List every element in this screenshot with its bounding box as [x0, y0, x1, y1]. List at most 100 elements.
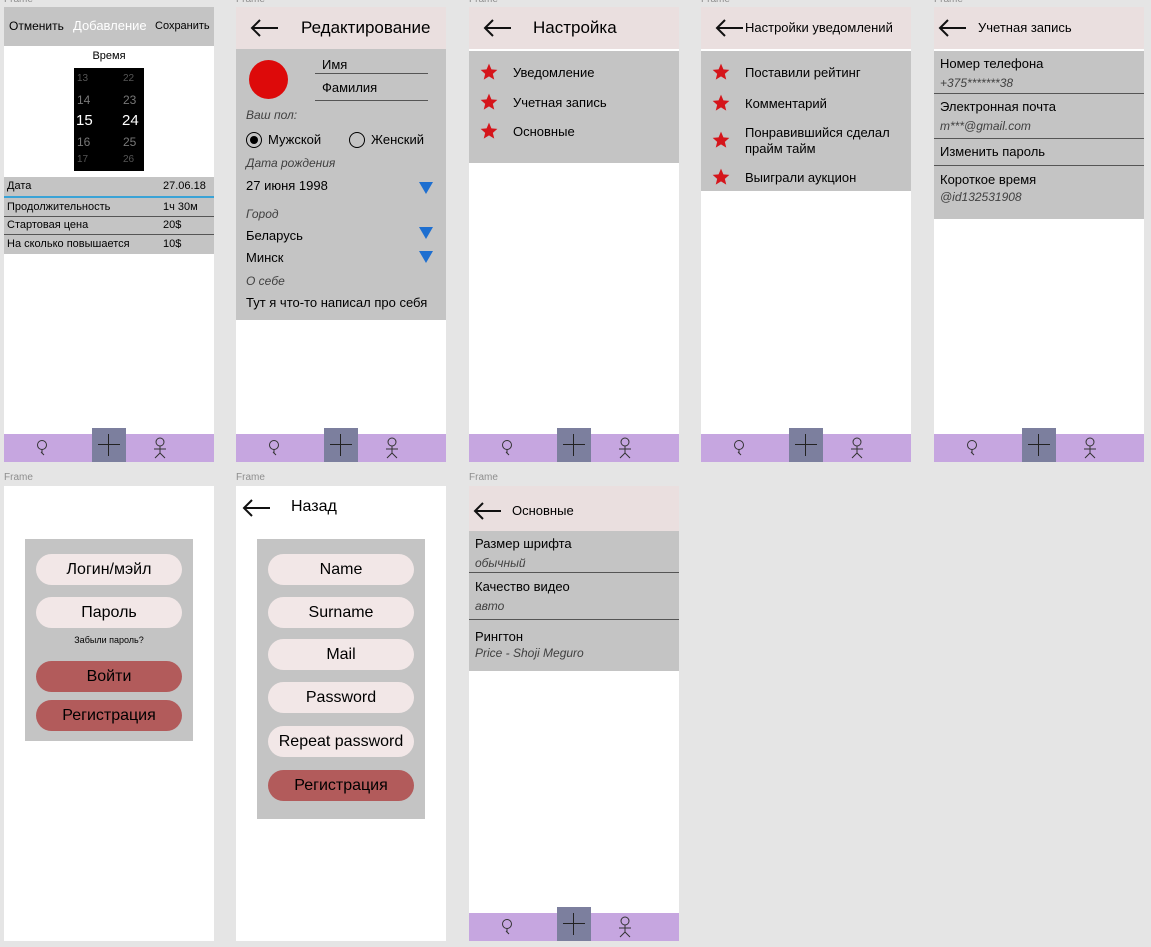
login-button[interactable]: Войти	[36, 661, 182, 692]
password-input[interactable]: Пароль	[36, 597, 182, 628]
increment-row[interactable]: На сколько повышается 10$	[4, 235, 214, 254]
plus-icon[interactable]	[1022, 428, 1056, 462]
name-input[interactable]: Name	[268, 554, 414, 585]
plus-icon[interactable]	[789, 428, 823, 462]
short-time-value: @id132531908	[940, 190, 1022, 204]
font-size-row[interactable]: Размер шрифта обычный	[469, 531, 679, 572]
change-password-link[interactable]: Изменить пароль	[940, 144, 1045, 159]
search-icon[interactable]	[266, 439, 282, 457]
picker-hour[interactable]: 17	[77, 154, 88, 165]
cancel-button[interactable]: Отменить	[9, 19, 64, 33]
notifications-frame: Настройки уведомлений Поставили рейтинг …	[701, 7, 911, 462]
person-icon[interactable]	[616, 916, 634, 938]
account-list: Номер телефона +375*******38 Электронная…	[934, 51, 1144, 219]
birth-select[interactable]: 27 июня 1998	[246, 178, 328, 193]
picker-minute[interactable]: 22	[123, 73, 134, 84]
start-price-value: 20$	[163, 219, 182, 231]
arrow-left-icon[interactable]	[473, 502, 503, 520]
start-price-row[interactable]: Стартовая цена 20$	[4, 217, 214, 235]
plus-icon[interactable]	[557, 428, 591, 462]
settings-item-general[interactable]: Основные	[513, 124, 575, 139]
repeat-password-input[interactable]: Repeat password	[268, 726, 414, 757]
notifications-list: Поставили рейтинг Комментарий Понравивши…	[701, 51, 911, 191]
password-input[interactable]: Password	[268, 682, 414, 713]
person-icon[interactable]	[616, 437, 634, 459]
search-icon[interactable]	[499, 918, 515, 936]
add-frame: Отменить Добавление Сохранить Время 13 1…	[4, 7, 214, 462]
triangle-down-icon[interactable]	[419, 251, 433, 263]
person-icon[interactable]	[383, 437, 401, 459]
picker-hour-selected[interactable]: 15	[76, 112, 93, 129]
picker-minute[interactable]: 25	[123, 135, 136, 149]
arrow-left-icon[interactable]	[938, 19, 968, 37]
frame-label: Frame	[701, 0, 730, 6]
first-name-field[interactable]: Имя	[322, 57, 347, 72]
picker-minute[interactable]: 23	[123, 93, 136, 107]
register-button[interactable]: Регистрация	[36, 700, 182, 731]
plus-icon[interactable]	[324, 428, 358, 462]
person-icon[interactable]	[151, 437, 169, 459]
triangle-down-icon[interactable]	[419, 182, 433, 194]
about-field[interactable]: Тут я что-то написал про себя	[246, 295, 427, 310]
notification-item-rating[interactable]: Поставили рейтинг	[745, 65, 861, 80]
date-value: 27.06.18	[163, 180, 206, 192]
frame-label: Frame	[236, 472, 265, 483]
notification-item-comment[interactable]: Комментарий	[745, 96, 827, 111]
email-label: Электронная почта	[940, 99, 1057, 114]
arrow-left-icon[interactable]	[242, 499, 272, 517]
start-price-label: Стартовая цена	[7, 219, 89, 231]
plus-icon[interactable]	[557, 907, 591, 941]
general-list: Размер шрифта обычный Качество видео авт…	[469, 531, 679, 671]
login-input[interactable]: Логин/мэйл	[36, 554, 182, 585]
search-icon[interactable]	[731, 439, 747, 457]
person-icon[interactable]	[1081, 437, 1099, 459]
plus-icon[interactable]	[92, 428, 126, 462]
picker-hour[interactable]: 16	[77, 135, 90, 149]
picker-minute[interactable]: 26	[123, 154, 134, 165]
mail-input[interactable]: Mail	[268, 639, 414, 670]
star-icon	[711, 62, 731, 82]
time-label: Время	[92, 50, 126, 62]
avatar[interactable]	[249, 60, 288, 99]
date-row[interactable]: Дата 27.06.18	[4, 177, 214, 196]
picker-hour[interactable]: 13	[77, 73, 88, 84]
triangle-down-icon[interactable]	[419, 227, 433, 239]
field-underline	[315, 100, 428, 101]
forgot-password-link[interactable]: Забыли пароль?	[25, 635, 193, 645]
search-icon[interactable]	[34, 439, 50, 457]
arrow-left-icon[interactable]	[483, 19, 513, 37]
country-select[interactable]: Беларусь	[246, 228, 303, 243]
notification-item-auction[interactable]: Выиграли аукцион	[745, 170, 856, 185]
arrow-left-icon[interactable]	[250, 19, 280, 37]
font-size-label: Размер шрифта	[475, 536, 572, 551]
picker-minute-selected[interactable]: 24	[122, 112, 139, 129]
female-radio[interactable]	[349, 132, 365, 148]
page-title: Редактирование	[301, 18, 431, 37]
search-icon[interactable]	[499, 439, 515, 457]
increment-value: 10$	[163, 238, 182, 250]
search-icon[interactable]	[964, 439, 980, 457]
save-button[interactable]: Сохранить	[155, 20, 210, 32]
short-time-row[interactable]: Короткое время @id132531908	[934, 166, 1144, 216]
male-radio[interactable]	[246, 132, 262, 148]
page-title: Добавление	[73, 18, 147, 33]
settings-item-account[interactable]: Учетная запись	[513, 95, 607, 110]
arrow-left-icon[interactable]	[715, 19, 745, 37]
last-name-field[interactable]: Фамилия	[322, 80, 377, 95]
register-button[interactable]: Регистрация	[268, 770, 414, 801]
notification-item-prime-time[interactable]: Понравившийся сделал прайм тайм	[745, 125, 905, 157]
city-select[interactable]: Минск	[246, 250, 283, 265]
settings-item-notifications[interactable]: Уведомление	[513, 65, 594, 80]
picker-hour[interactable]: 14	[77, 93, 90, 107]
ringtone-row[interactable]: Рингтон Price - Shoji Meguro	[469, 620, 679, 670]
frame-label: Frame	[934, 0, 963, 6]
email-row[interactable]: Электронная почта m***@gmail.com	[934, 94, 1144, 137]
time-picker[interactable]: 13 14 15 16 17 22 23 24 25 26	[74, 68, 144, 171]
person-icon[interactable]	[848, 437, 866, 459]
duration-row[interactable]: Продолжительность 1ч 30м	[4, 198, 214, 216]
back-button[interactable]: Назад	[291, 498, 337, 516]
phone-row[interactable]: Номер телефона +375*******38	[934, 51, 1144, 93]
frame-label: Frame	[4, 472, 33, 483]
video-quality-row[interactable]: Качество видео авто	[469, 573, 679, 619]
surname-input[interactable]: Surname	[268, 597, 414, 628]
